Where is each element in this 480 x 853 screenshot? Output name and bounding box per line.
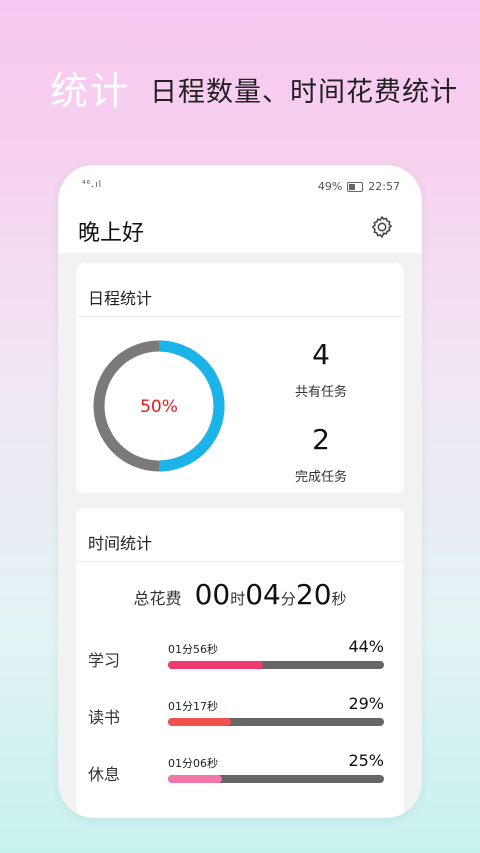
app-header: ⁴⁶.ıl 49% 22:57 晚上好 [58,165,422,253]
progress-fill [168,775,222,783]
gear-icon[interactable] [369,214,395,240]
battery-icon [347,181,364,192]
hero-banner: 统计 日程数量、时间花费统计 [0,60,480,120]
row-name: 学习 [88,651,121,670]
progress-track [168,775,384,783]
done-tasks-count: 2 [312,423,330,456]
total-time-label: 总花费 [133,589,182,608]
battery-percent: 49% [317,180,343,193]
completion-percent: 50% [140,397,178,417]
time-stats-title: 时间统计 [88,534,153,553]
row-percent: 29% [348,694,384,713]
greeting-title: 晚上好 [78,221,145,246]
time-stats-card: 时间统计 总花费 00时04分20秒 学习 01分56秒 44% 读书 01分1… [76,508,404,818]
time-row-reading: 读书 01分17秒 29% [76,690,404,736]
seconds-unit: 秒 [331,590,347,608]
row-percent: 44% [348,637,384,656]
hero-title: 统计 [50,69,131,113]
row-name: 读书 [88,708,121,727]
schedule-stats-card: 日程统计 50% 4 共有任务 2 完成任务 [76,263,404,493]
row-duration: 01分17秒 [168,700,218,713]
hours-unit: 时 [230,590,246,608]
total-seconds: 20 [295,578,332,611]
total-hours: 00 [194,578,231,611]
signal-indicator: ⁴⁶.ıl [82,180,103,190]
total-tasks-count: 4 [312,338,330,371]
status-bar: ⁴⁶.ıl 49% 22:57 [58,177,422,197]
row-duration: 01分06秒 [168,757,218,770]
time-row-study: 学习 01分56秒 44% [76,633,404,679]
divider [76,316,404,317]
progress-track [168,718,384,726]
status-time: 22:57 [368,180,400,193]
done-tasks-stat: 2 完成任务 [276,423,366,485]
time-row-rest: 休息 01分06秒 25% [76,747,404,793]
total-minutes: 04 [245,578,281,611]
schedule-stats-title: 日程统计 [88,289,153,308]
progress-fill [168,661,264,669]
minutes-unit: 分 [280,590,296,608]
total-tasks-label: 共有任务 [294,385,347,400]
done-tasks-label: 完成任务 [294,470,347,485]
total-time: 总花费 00时04分20秒 [76,578,404,611]
row-duration: 01分56秒 [168,643,218,656]
total-tasks-stat: 4 共有任务 [276,338,366,400]
progress-track [168,661,384,669]
row-percent: 25% [348,751,384,770]
status-right: 49% 22:57 [318,180,400,193]
hero-subtitle: 日程数量、时间花费统计 [150,77,458,108]
phone-frame: ⁴⁶.ıl 49% 22:57 晚上好 日程统计 50% 4 共有任务 2 完成… [58,165,422,818]
progress-fill [168,718,231,726]
row-name: 休息 [88,765,121,784]
divider [76,561,404,562]
